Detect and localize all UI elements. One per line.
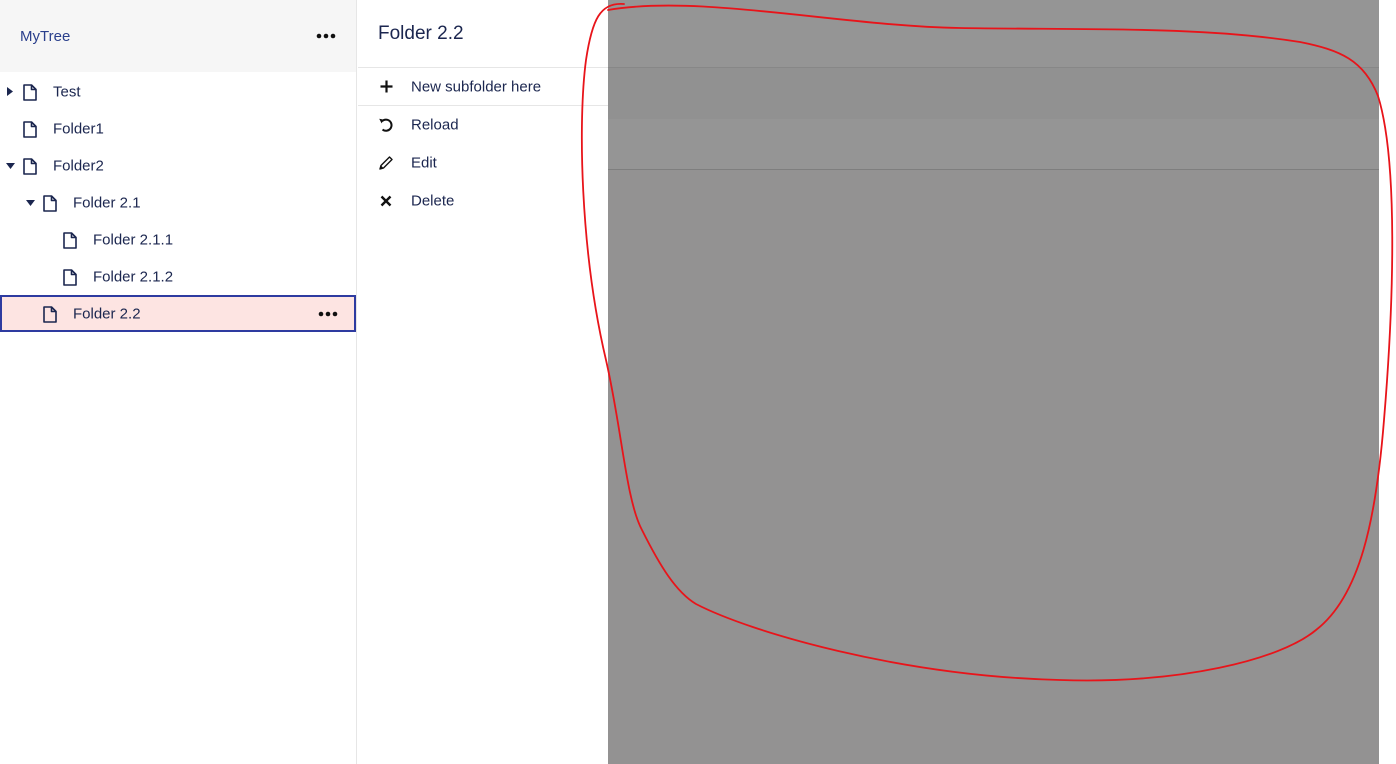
edit-button[interactable]: Edit <box>358 144 608 182</box>
tree-item-folder-2-1-1[interactable]: Folder 2.1.1 <box>0 221 356 258</box>
sidebar-header: MyTree <box>0 0 356 72</box>
menu-item-label: Reload <box>411 116 459 134</box>
pencil-icon <box>378 155 394 171</box>
file-icon <box>63 268 77 286</box>
reload-button[interactable]: Reload <box>358 106 608 144</box>
caret-right-icon[interactable] <box>5 87 15 97</box>
tree: Test Folder1 Folder2 Folder 2.1 Folder 2… <box>0 72 356 332</box>
panel-title: Folder 2.2 <box>358 0 608 68</box>
tree-sidebar: MyTree Test Folder1 Folder2 Folder 2.1 F… <box>0 0 357 764</box>
tree-item-label: Test <box>53 83 81 100</box>
more-horizontal-icon <box>318 311 338 316</box>
context-panel: Folder 2.2 New subfolder here Reload Edi… <box>358 0 608 764</box>
tree-title: MyTree <box>20 27 71 45</box>
tree-item-test[interactable]: Test <box>0 73 356 110</box>
tree-item-folder1[interactable]: Folder1 <box>0 110 356 147</box>
caret-down-icon[interactable] <box>5 161 15 171</box>
backdrop-header-band <box>608 68 1379 119</box>
reload-icon <box>378 117 394 133</box>
file-icon <box>23 157 37 175</box>
file-icon <box>23 120 37 138</box>
tree-item-label: Folder2 <box>53 157 104 174</box>
tree-item-folder-2-2[interactable]: Folder 2.2 <box>0 295 356 332</box>
window-edge <box>1379 0 1396 764</box>
file-icon <box>43 194 57 212</box>
file-icon <box>23 83 37 101</box>
file-icon <box>63 231 77 249</box>
file-icon <box>43 305 57 323</box>
caret-down-icon[interactable] <box>25 198 35 208</box>
tree-item-label: Folder 2.2 <box>73 305 141 322</box>
tree-item-label: Folder 2.1.2 <box>93 268 174 285</box>
delete-button[interactable]: Delete <box>358 182 608 220</box>
menu-item-label: New subfolder here <box>411 78 542 95</box>
tree-item-label: Folder 2.1.1 <box>93 231 174 248</box>
close-icon <box>378 193 394 209</box>
modal-backdrop[interactable] <box>608 0 1379 764</box>
tree-item-folder-2-1-2[interactable]: Folder 2.1.2 <box>0 258 356 295</box>
tree-item-folder2[interactable]: Folder2 <box>0 147 356 184</box>
tree-menu-button[interactable] <box>314 26 338 46</box>
menu-item-label: Delete <box>411 192 455 210</box>
plus-icon <box>378 79 394 95</box>
tree-item-folder-2-1[interactable]: Folder 2.1 <box>0 184 356 221</box>
menu-item-label: Edit <box>411 154 437 172</box>
new-subfolder-button[interactable]: New subfolder here <box>358 68 608 106</box>
backdrop-content-area <box>608 170 1379 764</box>
tree-item-menu-button[interactable] <box>316 304 340 324</box>
tree-item-label: Folder 2.1 <box>73 194 141 211</box>
tree-item-label: Folder1 <box>53 120 104 137</box>
more-horizontal-icon <box>316 33 336 39</box>
